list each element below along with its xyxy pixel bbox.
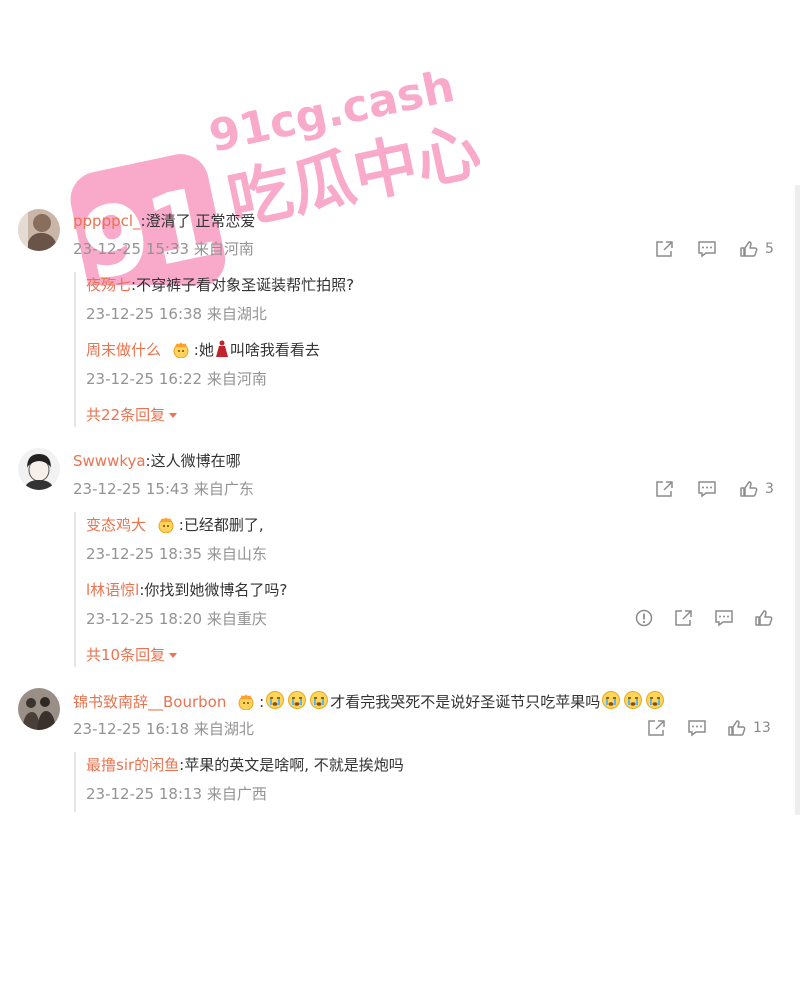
reply-line: 最撸sir的闲鱼:苹果的英文是啥啊, 不就是挨炮吗 (86, 755, 404, 775)
watermark-site: 91cg.cash (205, 61, 459, 163)
reply-text: :你找到她微博名了吗? (139, 581, 288, 599)
share-icon[interactable] (655, 480, 675, 498)
share-icon[interactable] (674, 609, 694, 627)
comment-meta: 23-12-25 15:33 来自河南 (73, 240, 254, 258)
like-button[interactable]: 3 (739, 480, 774, 498)
username-link[interactable]: 夜殇七 (86, 276, 131, 294)
reply-text: :苹果的英文是啥啊, 不就是挨炮吗 (179, 756, 404, 774)
crying-face-icon (266, 691, 285, 709)
more-replies-label: 共22条回复 (86, 406, 166, 424)
comment-text: 才看完我哭死不是说好圣诞节只吃苹果吗 (330, 693, 601, 711)
comment-icon[interactable] (714, 609, 734, 627)
reply-text: :她 (193, 341, 214, 359)
username-link[interactable]: 变态鸡大 (86, 516, 146, 534)
comment-line: pppppcl_:澄清了 正常恋爱 (73, 211, 255, 231)
red-dress-icon (215, 340, 228, 357)
crying-face-icon (602, 691, 621, 709)
like-button[interactable] (754, 609, 774, 627)
vip-crown-icon (238, 694, 254, 710)
reply-thread-bar (74, 512, 76, 667)
like-button[interactable]: 5 (739, 240, 774, 258)
vip-crown-icon (173, 342, 189, 358)
reply-meta: 23-12-25 18:35 来自山东 (86, 545, 267, 563)
more-replies-label: 共10条回复 (86, 646, 166, 664)
like-count: 5 (765, 241, 774, 257)
crying-face-icon (646, 691, 665, 709)
reply-meta: 23-12-25 16:38 来自湖北 (86, 305, 267, 323)
reply-line: 周末做什么 :她 叫啥我看看去 (86, 340, 320, 360)
thumbs-up-icon (740, 241, 758, 257)
username-link[interactable]: pppppcl_ (73, 212, 141, 230)
comment-line: Swwwkya:这人微博在哪 (73, 451, 241, 471)
reply-text: :不穿裤子看对象圣诞装帮忙拍照? (131, 276, 355, 294)
like-count: 13 (753, 720, 771, 736)
share-icon[interactable] (647, 719, 667, 737)
comment-actions: 3 (655, 478, 774, 500)
comment-icon[interactable] (697, 480, 717, 498)
reply-line: l林语惊l:你找到她微博名了吗? (86, 580, 287, 600)
username-link[interactable]: Swwwkya (73, 452, 146, 470)
thumbs-up-icon (728, 720, 746, 736)
thumbs-up-icon (740, 481, 758, 497)
watermark-title: 吃瓜中心 (222, 114, 480, 240)
reply-text-2: 叫啥我看看去 (229, 341, 320, 359)
comment-text: :这人微博在哪 (145, 452, 241, 470)
vip-crown-icon (158, 517, 174, 533)
thumbs-up-icon (755, 610, 773, 626)
username-link[interactable]: 锦书致南辞__Bourbon (73, 693, 226, 711)
crying-face-icon (310, 691, 329, 709)
reply-meta: 23-12-25 18:20 来自重庆 (86, 610, 267, 628)
comment-meta: 23-12-25 16:18 来自湖北 (73, 720, 254, 738)
comment-icon[interactable] (687, 719, 707, 737)
share-icon[interactable] (655, 240, 675, 258)
comment-icon[interactable] (697, 240, 717, 258)
reply-line: 变态鸡大 :已经都删了, (86, 515, 264, 535)
chevron-down-icon (169, 653, 178, 658)
chevron-down-icon (169, 413, 178, 418)
comment-text: :澄清了 正常恋爱 (140, 212, 256, 230)
colon: : (259, 693, 265, 711)
username-link[interactable]: 周末做什么 (86, 341, 161, 359)
username-link[interactable]: 最撸sir的闲鱼 (86, 756, 179, 774)
reply-text: :已经都删了, (178, 516, 264, 534)
reply-line: 夜殇七:不穿裤子看对象圣诞装帮忙拍照? (86, 275, 354, 295)
more-replies-link[interactable]: 共10条回复 (86, 645, 178, 665)
avatar[interactable] (18, 448, 60, 490)
like-count: 3 (765, 481, 774, 497)
report-icon[interactable] (634, 608, 654, 628)
reply-thread-bar (74, 272, 76, 427)
comment-meta: 23-12-25 15:43 来自广东 (73, 480, 254, 498)
comment-actions: 5 (655, 238, 774, 260)
avatar[interactable] (18, 209, 60, 251)
avatar[interactable] (18, 688, 60, 730)
reply-actions (634, 607, 774, 629)
crying-face-icon (624, 691, 643, 709)
comment-line: 锦书致南辞__Bourbon : 才看完我哭死不是说好圣诞节只吃苹果吗 (73, 690, 666, 712)
crying-face-icon (288, 691, 307, 709)
reply-meta: 23-12-25 16:22 来自河南 (86, 370, 267, 388)
reply-thread-bar (74, 752, 76, 812)
more-replies-link[interactable]: 共22条回复 (86, 405, 178, 425)
scroll-edge (795, 185, 800, 815)
comment-actions: 13 (647, 717, 771, 739)
reply-meta: 23-12-25 18:13 来自广西 (86, 785, 267, 803)
like-button[interactable]: 13 (727, 719, 771, 737)
username-link[interactable]: l林语惊l (86, 581, 139, 599)
